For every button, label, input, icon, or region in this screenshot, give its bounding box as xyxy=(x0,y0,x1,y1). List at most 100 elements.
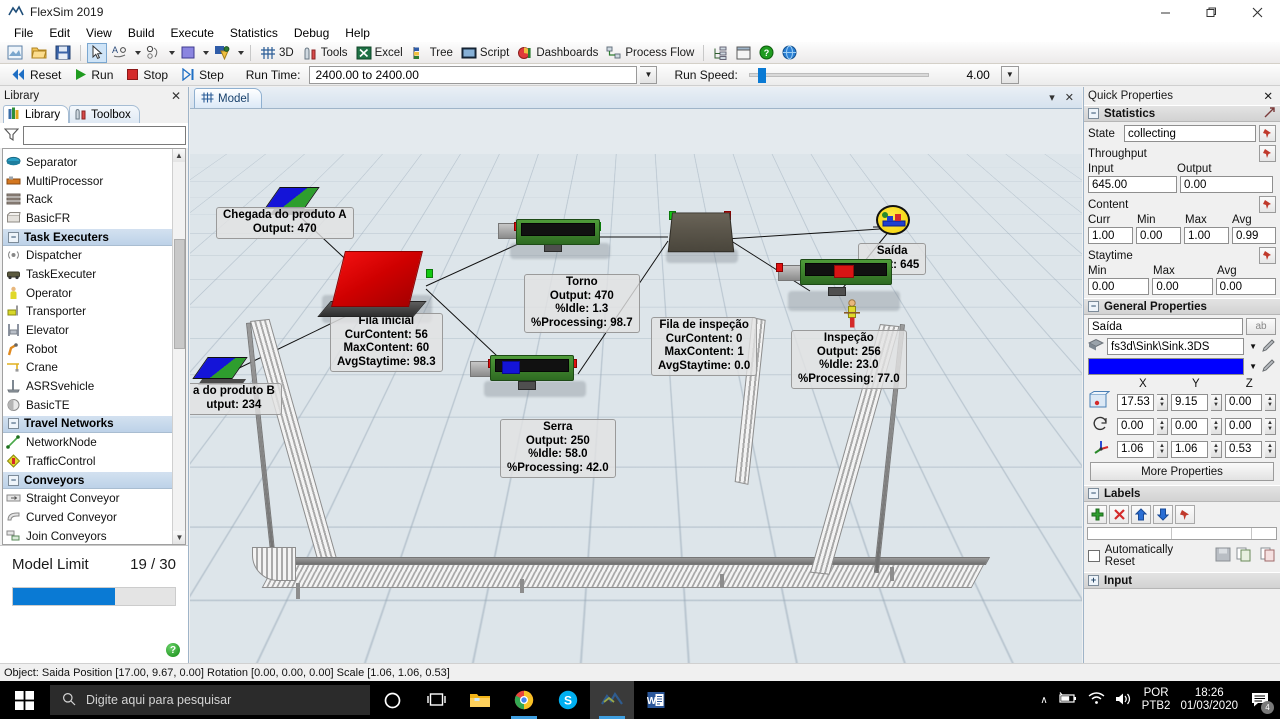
expander-icon[interactable]: − xyxy=(8,418,19,430)
library-item-crane[interactable]: Crane xyxy=(3,359,185,378)
battery-icon[interactable] xyxy=(1058,692,1078,708)
model-3d-canvas[interactable]: Chegada do produto A Output: 470 a do pr… xyxy=(190,109,1082,663)
save-labels-icon[interactable] xyxy=(1215,547,1231,565)
menu-execute[interactable]: Execute xyxy=(163,25,222,41)
labels-section-header[interactable]: − Labels xyxy=(1084,485,1280,502)
label-fila-inspecao[interactable]: Fila de inspeção CurContent: 0 MaxConten… xyxy=(651,317,758,377)
shape-field[interactable]: fs3d\Sink\Sink.3DS xyxy=(1107,338,1245,355)
inspecao-object[interactable] xyxy=(776,259,900,311)
rotation-x-field[interactable]: 0.00 xyxy=(1117,417,1154,435)
position-z-field[interactable]: 0.00 xyxy=(1225,393,1262,411)
position-x-stepper[interactable]: ▲ ▼ xyxy=(1157,393,1168,411)
staytime-min-field[interactable]: 0.00 xyxy=(1088,278,1150,295)
menu-file[interactable]: File xyxy=(6,25,41,41)
expander-icon[interactable]: − xyxy=(1088,108,1099,119)
pin-icon[interactable] xyxy=(1259,145,1276,162)
library-item-join-conveyors[interactable]: Join Conveyors xyxy=(3,527,185,544)
clock[interactable]: 18:26 01/03/2020 xyxy=(1180,687,1238,713)
tab-toolbox[interactable]: Toolbox xyxy=(69,105,140,123)
object-color-swatch[interactable] xyxy=(1088,358,1245,375)
step-button[interactable]: Step xyxy=(176,65,229,84)
flexsim-icon[interactable] xyxy=(590,681,634,719)
menu-statistics[interactable]: Statistics xyxy=(222,25,286,41)
scroll-up-icon[interactable]: ▲ xyxy=(173,149,185,162)
rotation-y-stepper[interactable]: ▲ ▼ xyxy=(1211,417,1222,435)
library-item-trafficcontrol[interactable]: TrafficControl xyxy=(3,452,185,471)
scale-z-stepper[interactable]: ▲ ▼ xyxy=(1265,440,1276,458)
menu-view[interactable]: View xyxy=(78,25,120,41)
run-time-dropdown-caret[interactable]: ▼ xyxy=(640,65,658,84)
view-close-icon[interactable]: ✕ xyxy=(1065,91,1074,104)
pin-icon[interactable] xyxy=(1259,247,1276,264)
keyboard-language-indicator[interactable]: POR PTB2 xyxy=(1142,687,1171,713)
move-up-icon[interactable] xyxy=(1131,505,1151,524)
auto-reset-checkbox[interactable] xyxy=(1088,550,1100,562)
taskbar-search-box[interactable]: Digite aqui para pesquisar xyxy=(50,685,370,715)
new-model-icon[interactable] xyxy=(4,43,26,63)
position-x-field[interactable]: 17.53 xyxy=(1117,393,1154,411)
shape-dropdown-caret[interactable]: ▼ xyxy=(1247,342,1259,351)
add-label-icon[interactable] xyxy=(1087,505,1107,524)
disconnect-dropdown-caret[interactable] xyxy=(169,50,175,55)
library-item-straight-conveyor[interactable]: Straight Conveyor xyxy=(3,489,185,508)
name-tab-button[interactable]: ab xyxy=(1246,318,1276,335)
move-down-icon[interactable] xyxy=(1153,505,1173,524)
script-button[interactable]: Script xyxy=(458,43,512,63)
staytime-avg-field[interactable]: 0.00 xyxy=(1215,278,1276,295)
throughput-input-field[interactable]: 645.00 xyxy=(1088,176,1177,193)
rotation-x-stepper[interactable]: ▲ ▼ xyxy=(1157,417,1168,435)
run-time-field[interactable]: 2400.00 to 2400.00 xyxy=(309,65,638,84)
rotation-z-stepper[interactable]: ▲ ▼ xyxy=(1265,417,1276,435)
label-fila-inicial[interactable]: Fila inicial CurContent: 56 MaxContent: … xyxy=(330,313,443,373)
label-inspecao[interactable]: Inspeção Output: 256 %Idle: 23.0 %Proces… xyxy=(791,330,907,390)
delete-label-icon[interactable] xyxy=(1109,505,1129,524)
library-close-icon[interactable]: ✕ xyxy=(168,89,184,103)
pin-icon[interactable] xyxy=(1259,125,1276,142)
scale-x-stepper[interactable]: ▲ ▼ xyxy=(1157,440,1168,458)
label-chegada-produto-a[interactable]: Chegada do produto A Output: 470 xyxy=(216,207,354,240)
menu-help[interactable]: Help xyxy=(337,25,378,41)
label-chegada-produto-b[interactable]: a do produto B utput: 234 xyxy=(190,383,282,416)
expander-icon[interactable]: − xyxy=(8,474,19,486)
label-torno[interactable]: Torno Output: 470 %Idle: 1.3 %Processing… xyxy=(524,274,640,334)
shape-eyedropper-icon[interactable] xyxy=(1262,338,1276,355)
library-scrollbar[interactable]: ▲ ▼ xyxy=(172,149,185,544)
save-model-icon[interactable] xyxy=(52,43,74,63)
quick-properties-close-icon[interactable]: ✕ xyxy=(1260,89,1276,103)
library-item-elevator[interactable]: Elevator xyxy=(3,321,185,340)
color-dropdown-caret[interactable] xyxy=(203,50,209,55)
content-max-field[interactable]: 1.00 xyxy=(1184,227,1229,244)
view-3d-button[interactable]: 3D xyxy=(257,43,297,63)
position-y-field[interactable]: 9.15 xyxy=(1171,393,1208,411)
run-speed-slider[interactable] xyxy=(748,67,929,83)
pin-icon[interactable] xyxy=(1259,196,1276,213)
word-icon[interactable]: W xyxy=(634,681,678,719)
volume-icon[interactable] xyxy=(1115,692,1132,709)
scale-y-stepper[interactable]: ▲ ▼ xyxy=(1211,440,1222,458)
connect-dropdown-caret[interactable] xyxy=(135,50,141,55)
color-dropdown-caret[interactable]: ▼ xyxy=(1247,362,1259,371)
fila-inspecao-object[interactable] xyxy=(666,209,738,263)
throughput-output-field[interactable]: 0.00 xyxy=(1180,176,1273,193)
expand-stats-icon[interactable] xyxy=(1263,106,1276,122)
library-scrollbar-thumb[interactable] xyxy=(174,239,185,349)
object-color-icon[interactable] xyxy=(177,43,199,63)
content-curr-field[interactable]: 1.00 xyxy=(1088,227,1133,244)
operator-object[interactable] xyxy=(844,299,860,328)
skype-icon[interactable]: S xyxy=(546,681,590,719)
stop-button[interactable]: Stop xyxy=(121,65,173,84)
library-group-task-executers[interactable]: − Task Executers xyxy=(3,227,185,247)
connect-ports-icon[interactable]: A xyxy=(109,43,131,63)
library-item-list[interactable]: Separator MultiProcessor Rack BasicFR − … xyxy=(2,148,186,545)
state-field[interactable]: collecting xyxy=(1124,125,1256,142)
content-avg-field[interactable]: 0.99 xyxy=(1232,227,1277,244)
general-properties-section-header[interactable]: − General Properties xyxy=(1084,298,1280,315)
color-eyedropper-icon[interactable] xyxy=(1262,358,1276,375)
statistics-section-header[interactable]: − Statistics xyxy=(1084,105,1280,122)
library-group-conveyors[interactable]: − Conveyors xyxy=(3,470,185,490)
scale-x-field[interactable]: 1.06 xyxy=(1117,440,1154,458)
wifi-icon[interactable] xyxy=(1088,692,1105,708)
library-item-transporter[interactable]: Transporter xyxy=(3,303,185,322)
library-search-input[interactable] xyxy=(23,126,186,145)
library-item-basicte[interactable]: BasicTE xyxy=(3,396,185,415)
